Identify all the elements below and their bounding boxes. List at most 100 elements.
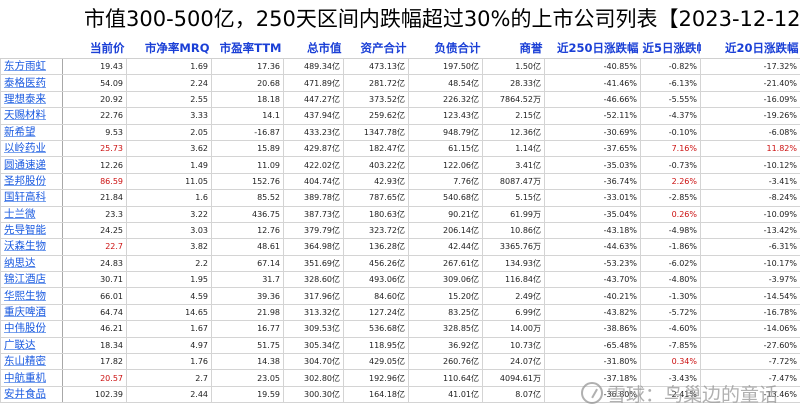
cell-name[interactable]: 泰格医药 <box>0 74 63 92</box>
cell-change-250d: -46.66% <box>544 90 641 109</box>
cell-change-20d: -16.78% <box>700 303 800 322</box>
cell-assets: 180.63亿 <box>343 205 409 223</box>
cell-change-250d: -31.80% <box>544 353 641 371</box>
cell-goodwill: 116.84亿 <box>482 271 545 289</box>
cell-pb: 3.62 <box>126 139 212 158</box>
header-change-250d[interactable]: 近250日涨跌幅 <box>544 38 641 59</box>
header-pb[interactable]: 市净率MRQ <box>126 38 212 59</box>
stock-table: 当前价 市净率MRQ 市盈率TTM 总市值 资产合计 负债合计 商誉 近250日… <box>0 38 800 404</box>
cell-name[interactable]: 中航重机 <box>0 369 63 387</box>
cell-market-cap: 422.02亿 <box>283 156 344 174</box>
cell-change-5d: 2.26% <box>640 172 701 191</box>
cell-name[interactable]: 纳思达 <box>0 254 63 273</box>
table-row[interactable]: 新希望 9.53 2.05 -16.87 433.23亿 1347.78亿 948.79亿 1… <box>0 123 800 141</box>
cell-name[interactable]: 安井食品 <box>0 385 63 404</box>
cell-change-250d: -41.46% <box>544 74 641 92</box>
cell-name[interactable]: 重庆啤酒 <box>0 303 63 322</box>
cell-change-20d: -3.97% <box>700 271 800 289</box>
cell-change-5d: -4.37% <box>640 107 701 125</box>
table-row[interactable]: 泰格医药 54.09 2.24 20.68 471.89亿 281.72亿 48.54亿 28… <box>0 74 800 92</box>
table-row[interactable]: 东方雨虹 19.43 1.69 17.36 489.34亿 473.13亿 197.50亿 1… <box>0 57 800 76</box>
table-row[interactable]: 沃森生物 22.7 3.82 48.61 364.98亿 136.28亿 42.44亿 336… <box>0 238 800 256</box>
cell-pe: 19.59 <box>211 385 284 404</box>
header-change-20d[interactable]: 近20日涨跌幅 <box>700 38 800 59</box>
cell-name[interactable]: 先导智能 <box>0 221 63 240</box>
cell-assets: 429.05亿 <box>343 353 409 371</box>
cell-assets: 42.93亿 <box>343 172 409 191</box>
cell-pb: 2.05 <box>126 123 212 141</box>
table-row[interactable]: 锦江酒店 30.71 1.95 31.7 328.60亿 493.06亿 309.06亿 11… <box>0 271 800 289</box>
cell-name[interactable]: 理想泰来 <box>0 90 63 109</box>
cell-name[interactable]: 国轩高科 <box>0 189 63 207</box>
cell-name[interactable]: 东方雨虹 <box>0 57 63 76</box>
xueqiu-logo-icon <box>580 382 603 404</box>
cell-assets: 473.13亿 <box>343 57 409 76</box>
header-liabilities[interactable]: 负债合计 <box>408 38 483 59</box>
cell-assets: 192.96亿 <box>343 369 409 387</box>
cell-change-250d: -30.69% <box>544 123 641 141</box>
table-row[interactable]: 先导智能 24.25 3.03 12.76 379.79亿 323.72亿 206.14亿 1… <box>0 221 800 240</box>
cell-market-cap: 364.98亿 <box>283 238 344 256</box>
table-row[interactable]: 以岭药业 25.73 3.62 15.89 429.87亿 182.47亿 61.15亿 1.… <box>0 139 800 158</box>
cell-name[interactable]: 中伟股份 <box>0 320 63 338</box>
table-row[interactable]: 广联达 18.34 4.97 51.75 305.34亿 118.95亿 36.92亿 10.… <box>0 336 800 355</box>
table-row[interactable]: 中伟股份 46.21 1.67 16.77 309.53亿 536.68亿 328.85亿 1… <box>0 320 800 338</box>
table-row[interactable]: 士兰微 23.3 3.22 436.75 387.73亿 180.63亿 90.21亿 61.… <box>0 205 800 223</box>
cell-liabilities: 123.43亿 <box>408 107 483 125</box>
table-row[interactable]: 圆通速递 12.26 1.49 11.09 422.02亿 403.22亿 122.06亿 3… <box>0 156 800 174</box>
cell-assets: 281.72亿 <box>343 74 409 92</box>
header-name[interactable] <box>0 38 63 59</box>
cell-goodwill: 1.50亿 <box>482 57 545 76</box>
cell-pe: 14.1 <box>211 107 284 125</box>
table-row[interactable]: 国轩高科 21.84 1.6 85.52 389.78亿 787.65亿 540.68亿 5.… <box>0 189 800 207</box>
cell-assets: 118.95亿 <box>343 336 409 355</box>
cell-liabilities: 328.85亿 <box>408 320 483 338</box>
cell-goodwill: 28.33亿 <box>482 74 545 92</box>
cell-price: 86.59 <box>62 172 127 191</box>
cell-name[interactable]: 以岭药业 <box>0 139 63 158</box>
cell-pb: 2.55 <box>126 90 212 109</box>
cell-price: 46.21 <box>62 320 127 338</box>
header-assets[interactable]: 资产合计 <box>343 38 409 59</box>
cell-name[interactable]: 圣邦股份 <box>0 172 63 191</box>
cell-goodwill: 2.15亿 <box>482 107 545 125</box>
header-goodwill[interactable]: 商誉 <box>482 38 545 59</box>
cell-pe: 15.89 <box>211 139 284 158</box>
cell-pe: 436.75 <box>211 205 284 223</box>
cell-change-5d: -1.30% <box>640 287 701 305</box>
cell-market-cap: 404.74亿 <box>283 172 344 191</box>
cell-change-20d: -10.17% <box>700 254 800 273</box>
cell-pb: 1.67 <box>126 320 212 338</box>
cell-pb: 11.05 <box>126 172 212 191</box>
cell-name[interactable]: 广联达 <box>0 336 63 355</box>
table-row[interactable]: 重庆啤酒 64.74 14.65 21.98 313.32亿 127.24亿 83.25亿 6… <box>0 303 800 322</box>
header-price[interactable]: 当前价 <box>62 38 127 59</box>
cell-name[interactable]: 东山精密 <box>0 353 63 371</box>
cell-name[interactable]: 锦江酒店 <box>0 271 63 289</box>
cell-assets: 164.18亿 <box>343 385 409 404</box>
cell-goodwill: 24.07亿 <box>482 353 545 371</box>
table-row[interactable]: 圣邦股份 86.59 11.05 152.76 404.74亿 42.93亿 7.76亿 80… <box>0 172 800 191</box>
cell-goodwill: 5.15亿 <box>482 189 545 207</box>
cell-change-5d: -6.02% <box>640 254 701 273</box>
cell-name[interactable]: 沃森生物 <box>0 238 63 256</box>
cell-name[interactable]: 士兰微 <box>0 205 63 223</box>
table-row[interactable]: 理想泰来 20.92 2.55 18.18 447.27亿 373.52亿 226.32亿 7… <box>0 90 800 109</box>
cell-assets: 536.68亿 <box>343 320 409 338</box>
cell-liabilities: 226.32亿 <box>408 90 483 109</box>
cell-name[interactable]: 华熙生物 <box>0 287 63 305</box>
header-change-5d[interactable]: 近5日涨跌幅 <box>640 38 701 59</box>
cell-name[interactable]: 天赐材料 <box>0 107 63 125</box>
table-row[interactable]: 天赐材料 22.76 3.33 14.1 437.94亿 259.62亿 123.43亿 2.… <box>0 107 800 125</box>
table-row[interactable]: 华熙生物 66.01 4.59 39.36 317.96亿 84.60亿 15.20亿 2.4… <box>0 287 800 305</box>
table-row[interactable]: 东山精密 17.82 1.76 14.38 304.70亿 429.05亿 260.76亿 2… <box>0 353 800 371</box>
header-pe[interactable]: 市盈率TTM <box>211 38 284 59</box>
sheet-title: 市值300-500亿，250天区间内跌幅超过30%的上市公司列表【2023-12… <box>0 0 800 38</box>
cell-name[interactable]: 新希望 <box>0 123 63 141</box>
cell-assets: 493.06亿 <box>343 271 409 289</box>
cell-goodwill: 4094.61万 <box>482 369 545 387</box>
cell-name[interactable]: 圆通速递 <box>0 156 63 174</box>
cell-assets: 373.52亿 <box>343 90 409 109</box>
header-market-cap[interactable]: 总市值 <box>283 38 344 59</box>
table-row[interactable]: 纳思达 24.83 2.2 67.14 351.69亿 456.26亿 267.61亿 134… <box>0 254 800 273</box>
